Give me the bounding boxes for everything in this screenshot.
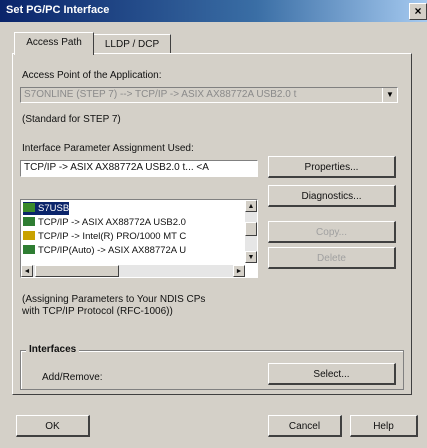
cancel-button[interactable]: Cancel — [268, 415, 342, 437]
scroll-left-icon[interactable]: ◄ — [21, 265, 33, 277]
window-title: Set PG/PC Interface — [6, 4, 110, 16]
interface-list[interactable]: S7USB TCP/IP -> ASIX AX88772A USB2.0 TCP… — [20, 199, 258, 278]
access-point-select[interactable]: S7ONLINE (STEP 7) --> TCP/IP -> ASIX AX8… — [20, 87, 398, 103]
diagnostics-button[interactable]: Diagnostics... — [268, 185, 396, 207]
properties-button[interactable]: Properties... — [268, 156, 396, 178]
list-item[interactable]: TCP/IP -> Intel(R) PRO/1000 MT C — [23, 230, 186, 243]
select-button[interactable]: Select... — [268, 363, 396, 385]
list-item-label: TCP/IP(Auto) -> ASIX AX88772A U — [38, 245, 187, 256]
close-icon: × — [414, 4, 422, 18]
ndis-note-line1: (Assigning Parameters to Your NDIS CPs — [22, 294, 206, 305]
delete-button[interactable]: Delete — [268, 247, 396, 269]
scroll-thumb-horizontal[interactable] — [35, 265, 119, 277]
scroll-up-icon[interactable]: ▲ — [245, 200, 257, 212]
network-adapter-icon — [23, 245, 35, 254]
ok-button[interactable]: OK — [16, 415, 90, 437]
list-item[interactable]: TCP/IP -> ASIX AX88772A USB2.0 — [23, 216, 186, 229]
chevron-down-icon: ▼ — [382, 88, 397, 102]
interfaces-group-title: Interfaces — [26, 344, 80, 355]
interface-param-value: TCP/IP -> ASIX AX88772A USB2.0 t... <A — [24, 162, 209, 173]
ndis-note-line2: with TCP/IP Protocol (RFC-1006)) — [22, 306, 173, 317]
access-point-label: Access Point of the Application: — [22, 70, 162, 81]
access-point-value: S7ONLINE (STEP 7) --> TCP/IP -> ASIX AX8… — [24, 89, 297, 100]
tab-access-path[interactable]: Access Path — [14, 32, 94, 55]
scroll-thumb[interactable] — [245, 222, 257, 236]
list-item-label: TCP/IP -> Intel(R) PRO/1000 MT C — [38, 231, 187, 242]
copy-button[interactable]: Copy... — [268, 221, 396, 243]
network-adapter-icon — [23, 231, 35, 240]
dialog-window: Set PG/PC Interface × Access Path LLDP /… — [0, 0, 427, 448]
network-adapter-icon — [23, 217, 35, 226]
usb-adapter-icon — [23, 203, 35, 212]
scroll-down-icon[interactable]: ▼ — [245, 251, 257, 263]
scroll-right-icon[interactable]: ► — [233, 265, 245, 277]
list-item[interactable]: S7USB — [23, 202, 70, 215]
close-button[interactable]: × — [409, 3, 427, 20]
add-remove-label: Add/Remove: — [42, 372, 103, 383]
tab-lldp-dcp-label: LLDP / DCP — [104, 39, 160, 50]
interface-param-field[interactable]: TCP/IP -> ASIX AX88772A USB2.0 t... <A — [20, 160, 258, 177]
list-item-label: TCP/IP -> ASIX AX88772A USB2.0 — [38, 217, 186, 228]
list-item[interactable]: TCP/IP(Auto) -> ASIX AX88772A U — [23, 244, 186, 257]
standard-note: (Standard for STEP 7) — [22, 114, 121, 125]
title-bar[interactable]: Set PG/PC Interface — [0, 0, 427, 22]
vertical-scrollbar[interactable]: ▲ ▼ — [245, 200, 257, 263]
help-button[interactable]: Help — [350, 415, 418, 437]
list-item-label: S7USB — [38, 203, 70, 214]
horizontal-scrollbar[interactable]: ◄ ► — [21, 265, 245, 277]
tab-lldp-dcp[interactable]: LLDP / DCP — [93, 34, 171, 54]
interface-param-label: Interface Parameter Assignment Used: — [22, 143, 194, 154]
tab-access-path-label: Access Path — [26, 37, 82, 48]
